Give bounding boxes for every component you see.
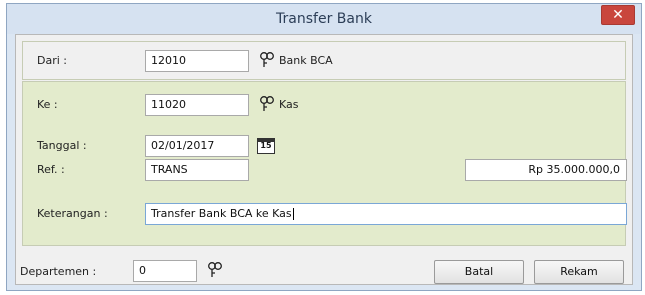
source-account-panel: Dari : 12010 Bank BCA [22,41,626,80]
dari-account-field[interactable]: 12010 [145,50,249,72]
keterangan-label: Keterangan : [37,207,108,220]
ke-account-name: Kas [279,98,299,111]
keterangan-field[interactable]: Transfer Bank BCA ke Kas [145,203,627,225]
title-bar: Transfer Bank ✕ [7,4,641,34]
text-cursor [292,208,294,220]
departemen-field[interactable]: 0 [133,260,197,282]
rekam-button[interactable]: Rekam [534,260,624,284]
ke-account-field[interactable]: 11020 [145,94,249,116]
amount-field[interactable]: Rp 35.000.000,0 [465,159,627,181]
batal-button[interactable]: Batal [434,260,524,284]
lookup-icon[interactable] [259,95,275,113]
close-button[interactable]: ✕ [601,5,635,25]
lookup-icon[interactable] [207,261,223,279]
lookup-icon[interactable] [259,51,275,69]
window-title: Transfer Bank [276,11,372,27]
dari-label: Dari : [37,54,67,67]
departemen-label: Departemen : [20,265,97,278]
dari-account-name: Bank BCA [279,54,333,67]
calendar-day-glyph: 15 [260,141,272,150]
ref-field[interactable]: TRANS [145,159,249,181]
ref-label: Ref. : [37,163,65,176]
transfer-details-panel: Ke : 11020 Kas Tanggal : 02/01/2017 15 R… [22,81,627,246]
tanggal-date-field[interactable]: 02/01/2017 [145,135,249,157]
calendar-icon[interactable]: 15 [257,138,275,154]
dialog-content: Dari : 12010 Bank BCA Ke : 11020 Kas Tan… [15,34,633,285]
keterangan-text: Transfer Bank BCA ke Kas [151,207,292,220]
tanggal-label: Tanggal : [37,139,87,152]
close-icon: ✕ [612,7,624,23]
ke-label: Ke : [37,98,58,111]
transfer-bank-dialog: Transfer Bank ✕ Dari : 12010 Bank BCA Ke… [6,3,642,291]
